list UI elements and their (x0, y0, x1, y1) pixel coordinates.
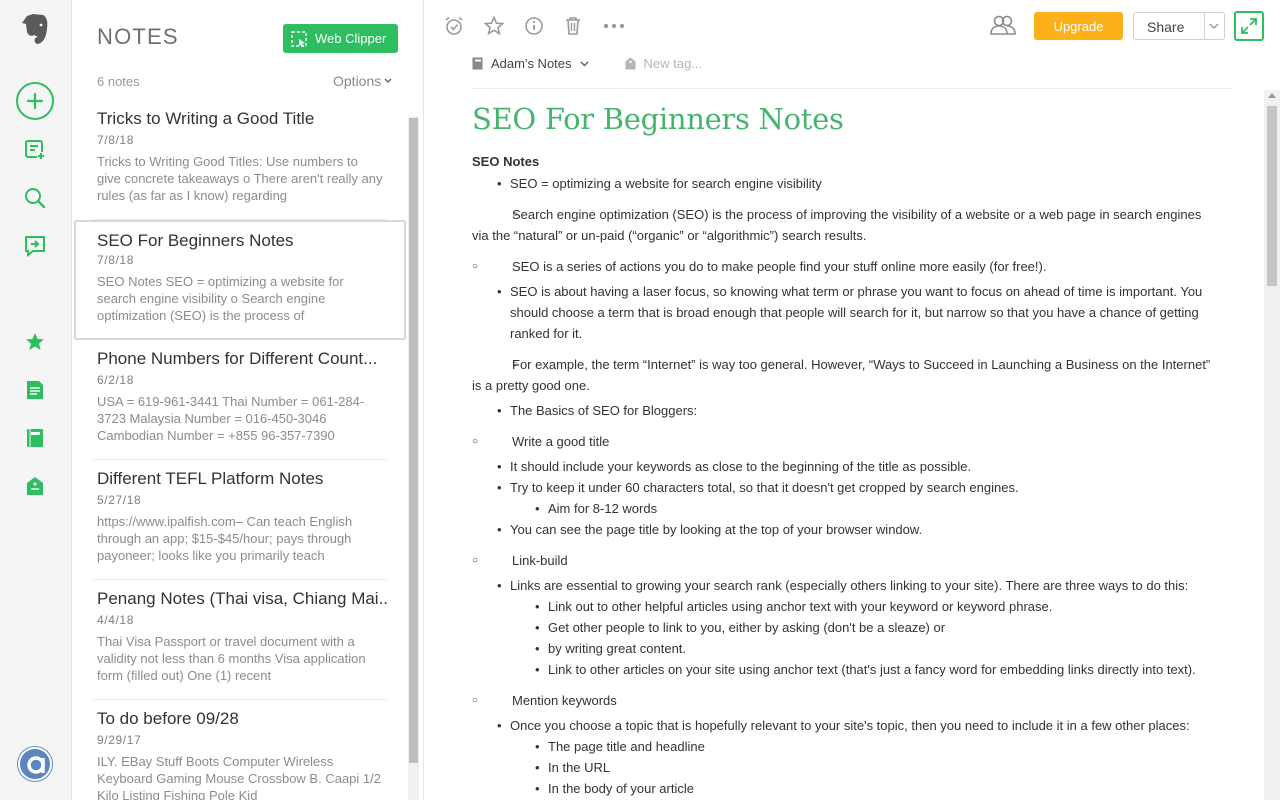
bullet-item: Links are essential to growing your sear… (472, 575, 1214, 596)
more-options-icon[interactable] (602, 14, 626, 38)
note-date: 9/29/17 (97, 733, 142, 747)
share-dropdown-chevron-icon[interactable] (1208, 18, 1220, 37)
note-preview: USA = 619-961-3441 Thai Number = 061-284… (97, 394, 365, 443)
note-body-title[interactable]: SEO For Beginners Notes (472, 102, 1214, 136)
note-date: 7/8/18 (97, 133, 134, 147)
notes-icon[interactable] (16, 371, 54, 409)
sub-bullet-item: The page title and headline (472, 736, 1214, 757)
note-date: 6/2/18 (97, 373, 134, 387)
expand-fullscreen-icon[interactable] (1234, 11, 1264, 41)
note-date: 7/8/18 (97, 253, 134, 267)
meta-divider (472, 88, 1232, 89)
scrollbar-thumb[interactable] (409, 118, 418, 763)
shortcuts-star-icon[interactable] (16, 323, 54, 361)
chevron-down-icon (384, 78, 392, 84)
note-card-selected[interactable]: SEO For Beginners Notes 7/8/18 SEO Notes… (74, 220, 406, 340)
tag-input[interactable]: New tag... (625, 56, 703, 71)
notebooks-icon[interactable] (16, 419, 54, 457)
section-heading: SEO Notes (472, 154, 540, 169)
notes-list-title: NOTES (97, 24, 179, 49)
note-title: SEO For Beginners Notes (97, 231, 294, 250)
work-chat-icon[interactable] (16, 227, 54, 265)
tag-icon (625, 57, 636, 70)
circle-item: Link-build (472, 550, 1214, 571)
sub-bullet-item: Link to other articles on your site usin… (472, 659, 1214, 680)
note-card[interactable]: Tricks to Writing a Good Title 7/8/18 Tr… (93, 100, 386, 220)
sub-bullet-item: In the body of your article (472, 778, 1214, 799)
shortcut-star-icon[interactable] (482, 14, 506, 38)
note-count: 6 notes (97, 74, 140, 89)
bullet-item: SEO is about having a laser focus, so kn… (472, 281, 1214, 344)
search-icon[interactable] (16, 179, 54, 217)
note-meta-bar: Adam's Notes New tag... (472, 56, 702, 71)
bullet-item: Once you choose a topic that is hopefull… (472, 715, 1214, 736)
sub-bullet-item: In the URL (472, 757, 1214, 778)
options-dropdown[interactable]: Options (333, 73, 392, 89)
note-title: Tricks to Writing a Good Title (97, 109, 315, 128)
note-info-icon[interactable] (522, 14, 546, 38)
note-date: 4/4/18 (97, 613, 134, 627)
note-editor: Upgrade Share Adam's Notes New tag... SE… (424, 0, 1280, 800)
note-card[interactable]: To do before 09/28 9/29/17 ILY. EBay Stu… (93, 700, 386, 800)
notebook-selector[interactable]: Adam's Notes (472, 56, 589, 71)
circle-item: Search engine optimization (SEO) is the … (472, 204, 1214, 246)
sub-bullet-item: by writing great content. (472, 638, 1214, 659)
new-note-icon[interactable] (16, 82, 54, 120)
chevron-down-icon (579, 60, 589, 67)
web-clipper-button[interactable]: Web Clipper (283, 24, 398, 53)
note-preview: https://www.ipalfish.com– Can teach Engl… (97, 514, 353, 563)
share-label: Share (1147, 19, 1185, 35)
options-label: Options (333, 73, 382, 89)
circle-item: Write a good title (472, 431, 1214, 452)
trash-icon[interactable] (561, 14, 585, 38)
circle-item: Mention keywords (472, 690, 1214, 711)
note-card[interactable]: Penang Notes (Thai visa, Chiang Mai... 4… (93, 580, 387, 700)
share-divider (1204, 13, 1205, 39)
notes-list-scrollbar[interactable] (408, 116, 419, 800)
note-preview: Thai Visa Passport or travel document wi… (97, 634, 366, 683)
notes-list-panel: NOTES Web Clipper 6 notes Options Tricks… (72, 0, 424, 800)
sidebar-rail (0, 0, 72, 800)
web-clipper-icon (291, 30, 307, 47)
circle-item: For example, the term “Internet” is way … (472, 354, 1214, 396)
note-preview: SEO Notes SEO = optimizing a website for… (97, 274, 344, 323)
sub-bullet-item: Link out to other helpful articles using… (472, 596, 1214, 617)
notes-list: Tricks to Writing a Good Title 7/8/18 Tr… (72, 100, 406, 800)
note-date: 5/27/18 (97, 493, 142, 507)
new-chat-icon[interactable] (16, 131, 54, 169)
circle-item: SEO is a series of actions you do to mak… (472, 256, 1214, 277)
notebook-name: Adam's Notes (491, 56, 572, 71)
scroll-up-arrow-icon[interactable] (1268, 93, 1276, 98)
notebook-icon (472, 57, 483, 70)
note-title: Phone Numbers for Different Count... (97, 349, 378, 368)
elephant-logo-icon[interactable] (16, 10, 54, 48)
web-clipper-label: Web Clipper (315, 31, 387, 46)
note-body[interactable]: SEO For Beginners Notes SEO Notes SEO = … (472, 100, 1214, 800)
note-card[interactable]: Phone Numbers for Different Count... 6/2… (93, 340, 386, 460)
sub-bullet-item: Get other people to link to you, either … (472, 617, 1214, 638)
note-title: Penang Notes (Thai visa, Chiang Mai... (97, 589, 387, 608)
tags-icon[interactable] (16, 467, 54, 505)
reminder-alarm-icon[interactable] (442, 14, 466, 38)
share-button[interactable]: Share (1133, 12, 1225, 40)
note-preview: ILY. EBay Stuff Boots Computer Wireless … (97, 754, 381, 800)
note-card[interactable]: Different TEFL Platform Notes 5/27/18 ht… (93, 460, 386, 580)
note-title: To do before 09/28 (97, 709, 239, 728)
bullet-item: Try to keep it under 60 characters total… (472, 477, 1214, 498)
tag-placeholder: New tag... (643, 56, 703, 71)
note-preview: Tricks to Writing Good Titles: Use numbe… (97, 154, 383, 203)
account-avatar-icon[interactable] (17, 746, 53, 782)
bullet-item: SEO = optimizing a website for search en… (472, 173, 1214, 194)
scrollbar-thumb[interactable] (1267, 106, 1277, 286)
editor-scrollbar[interactable] (1264, 90, 1280, 800)
bullet-item: The Basics of SEO for Bloggers: (472, 400, 1214, 421)
work-chat-people-icon[interactable] (990, 14, 1016, 41)
bullet-item: You can see the page title by looking at… (472, 519, 1214, 540)
note-title: Different TEFL Platform Notes (97, 469, 324, 488)
bullet-item: It should include your keywords as close… (472, 456, 1214, 477)
upgrade-button[interactable]: Upgrade (1034, 12, 1123, 40)
sub-bullet-item: Aim for 8-12 words (472, 498, 1214, 519)
